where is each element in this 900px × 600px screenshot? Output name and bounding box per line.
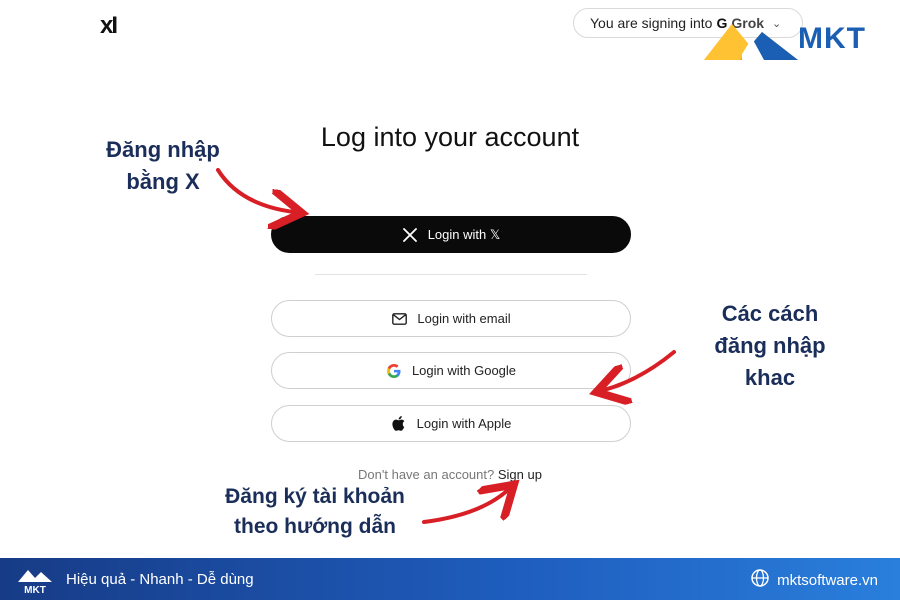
login-with-x-label: Login with 𝕏 — [427, 226, 501, 242]
annotation-line: Đăng ký tài khoản — [225, 485, 405, 508]
footer-mkt-logo: MKT — [16, 564, 54, 596]
globe-icon — [751, 569, 769, 591]
x-logo-icon — [402, 227, 418, 243]
xai-logo[interactable]: xI — [100, 12, 118, 40]
mkt-mountain-icon — [704, 24, 798, 60]
footer-tagline: Hiệu quả - Nhanh - Dễ dùng — [66, 570, 254, 588]
annotation-line: đăng nhập — [714, 333, 826, 358]
login-with-apple-button[interactable]: Login with Apple — [271, 405, 631, 442]
signup-row: Don't have an account? Sign up — [0, 467, 900, 482]
annotation-line: theo hướng dẫn — [234, 515, 396, 538]
annotation-line: Đăng nhập — [106, 137, 220, 162]
annotation-line: Các cách — [721, 301, 819, 326]
login-with-email-label: Login with email — [417, 311, 511, 326]
login-with-x-button[interactable]: Login with 𝕏 — [271, 216, 631, 253]
mail-icon — [391, 311, 407, 327]
annotation-line: khac — [744, 365, 796, 390]
footer-website-text: mktsoftware.vn — [777, 571, 878, 589]
mkt-wordmark: MKT — [798, 22, 866, 55]
mkt-brand-logo: MKT — [702, 16, 892, 64]
divider — [315, 274, 587, 275]
google-icon — [386, 363, 402, 379]
annotation-login-x: Đăng nhập bằng X — [88, 134, 238, 198]
login-with-google-button[interactable]: Login with Google — [271, 352, 631, 389]
footer-bar: MKT Hiệu quả - Nhanh - Dễ dùng mktsoftwa… — [0, 558, 900, 600]
annotation-other-methods: Các cách đăng nhập khac — [690, 298, 850, 394]
footer-website[interactable]: mktsoftware.vn — [751, 569, 878, 591]
login-with-email-button[interactable]: Login with email — [271, 300, 631, 337]
signing-prefix: You are signing into — [590, 15, 713, 31]
login-with-apple-label: Login with Apple — [416, 416, 512, 431]
signup-prompt: Don't have an account? — [358, 467, 495, 482]
annotation-signup: Đăng ký tài khoản theo hướng dẫn — [200, 482, 430, 542]
apple-icon — [391, 416, 407, 432]
annotation-line: bằng X — [126, 169, 200, 194]
login-with-google-label: Login with Google — [411, 363, 517, 378]
arrow-to-signup — [422, 490, 508, 524]
signup-link[interactable]: Sign up — [498, 467, 542, 482]
footer-logo-text: MKT — [24, 585, 46, 594]
